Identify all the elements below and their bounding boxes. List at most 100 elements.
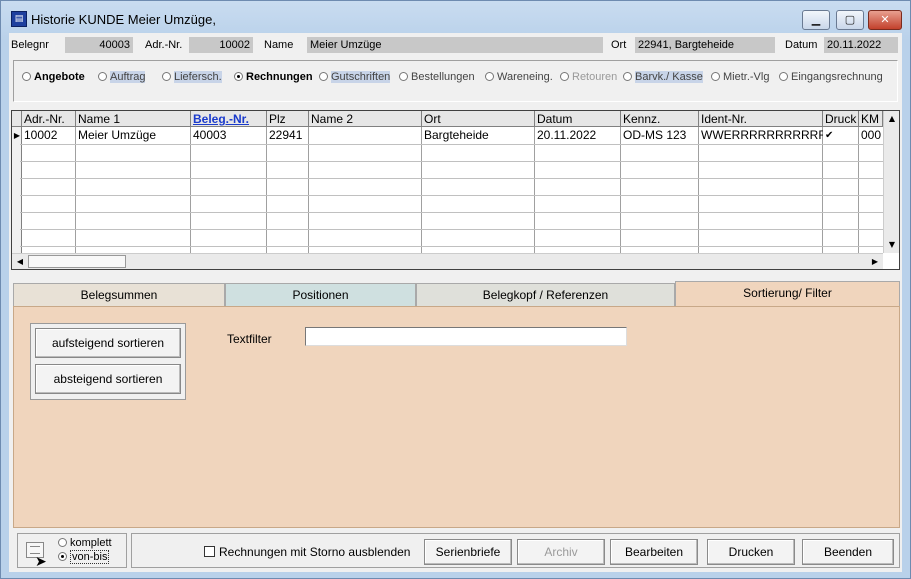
- row-divider: [20, 212, 883, 213]
- doc-type-radio-group: Angebote Auftrag Liefersch. Rechnungen G…: [13, 60, 898, 102]
- view-mode-group: ➤ komplett von-bis: [17, 533, 127, 570]
- cell-name2[interactable]: [309, 127, 422, 144]
- scroll-thumb[interactable]: [28, 255, 126, 268]
- radio-eingangsrechnung[interactable]: Eingangsrechnung: [779, 71, 883, 83]
- grid-horizontal-scrollbar[interactable]: ◀ ▶: [12, 253, 883, 269]
- history-grid[interactable]: Adr.-Nr. Name 1 Beleg.-Nr. Plz Name 2 Or…: [11, 110, 900, 270]
- radio-circle-icon: [162, 72, 171, 81]
- row-divider: [20, 161, 883, 162]
- col-header-name1[interactable]: Name 1: [76, 111, 191, 127]
- grid-vertical-scrollbar[interactable]: ▲ ▼: [883, 111, 899, 253]
- col-header-datum[interactable]: Datum: [535, 111, 621, 127]
- datum-field[interactable]: 20.11.2022: [824, 37, 898, 53]
- cell-adrnr[interactable]: 10002: [22, 127, 76, 144]
- row-indicator-column: [12, 127, 22, 253]
- row-divider: [20, 229, 883, 230]
- col-divider: [22, 127, 76, 253]
- adrnr-label: Adr.-Nr.: [145, 39, 183, 51]
- textfilter-input[interactable]: [305, 327, 627, 346]
- col-header-name2[interactable]: Name 2: [309, 111, 422, 127]
- list-lines-icon: [30, 546, 40, 554]
- row-divider: [20, 144, 883, 145]
- tab-sortierung-filter[interactable]: Sortierung/ Filter: [675, 281, 900, 307]
- close-button[interactable]: ✕: [868, 10, 902, 30]
- col-header-belegnr[interactable]: Beleg.-Nr.: [191, 111, 267, 127]
- row-divider: [20, 178, 883, 179]
- radio-mietvertrag[interactable]: Mietr.-Vlg: [711, 71, 769, 83]
- main-window: ▤ Historie KUNDE Meier Umzüge, ▁ ▢ ✕ Bel…: [0, 0, 911, 579]
- archiv-button[interactable]: Archiv: [517, 539, 605, 565]
- col-divider: [621, 127, 699, 253]
- sort-descending-button[interactable]: absteigend sortieren: [35, 364, 181, 394]
- belegnr-label: Belegnr: [11, 39, 49, 51]
- grid-corner: [12, 111, 22, 127]
- col-header-plz[interactable]: Plz: [267, 111, 309, 127]
- title-bar[interactable]: ▤ Historie KUNDE Meier Umzüge, ▁ ▢ ✕: [1, 1, 910, 33]
- col-header-identnr[interactable]: Ident-Nr.: [699, 111, 823, 127]
- radio-circle-icon: [58, 538, 67, 547]
- sort-ascending-button[interactable]: aufsteigend sortieren: [35, 328, 181, 358]
- radio-label: Rechnungen: [246, 71, 313, 83]
- bearbeiten-button[interactable]: Bearbeiten: [610, 539, 698, 565]
- col-header-ort[interactable]: Ort: [422, 111, 535, 127]
- radio-wareneingang[interactable]: Wareneing.: [485, 71, 553, 83]
- cell-kennz[interactable]: OD-MS 123: [621, 127, 699, 144]
- col-header-druck[interactable]: Druck: [823, 111, 859, 127]
- app-icon: ▤: [11, 11, 27, 27]
- col-header-km[interactable]: KM: [859, 111, 883, 127]
- col-header-kennz[interactable]: Kennz.: [621, 111, 699, 127]
- radio-label: Wareneing.: [497, 71, 553, 83]
- scroll-down-icon[interactable]: ▼: [884, 237, 899, 253]
- col-header-adrnr[interactable]: Adr.-Nr.: [22, 111, 76, 127]
- action-bar: Rechnungen mit Storno ausblenden Serienb…: [131, 533, 900, 568]
- col-divider: [823, 127, 859, 253]
- radio-barverkauf-kasse[interactable]: Barvk./ Kasse: [623, 71, 703, 83]
- storno-checkbox[interactable]: Rechnungen mit Storno ausblenden: [204, 545, 410, 559]
- cell-druck-checkmark[interactable]: ✔: [823, 127, 859, 144]
- cell-name1[interactable]: Meier Umzüge: [76, 127, 191, 144]
- radio-circle-icon: [58, 552, 67, 561]
- serienbriefe-button[interactable]: Serienbriefe: [424, 539, 512, 565]
- radio-von-bis[interactable]: von-bis: [58, 550, 110, 564]
- radio-retouren[interactable]: Retouren: [560, 71, 617, 83]
- cell-belegnr[interactable]: 40003: [191, 127, 267, 144]
- radio-label: Eingangsrechnung: [791, 71, 883, 83]
- cell-datum[interactable]: 20.11.2022: [535, 127, 621, 144]
- radio-label: von-bis: [70, 550, 110, 564]
- col-divider: [191, 127, 267, 253]
- radio-gutschriften[interactable]: Gutschriften: [319, 71, 391, 83]
- name-field[interactable]: Meier Umzüge: [307, 37, 603, 53]
- scroll-up-icon[interactable]: ▲: [884, 111, 899, 127]
- radio-lieferschein[interactable]: Liefersch.: [162, 71, 222, 83]
- radio-rechnungen[interactable]: Rechnungen: [234, 71, 313, 83]
- radio-komplett[interactable]: komplett: [58, 537, 112, 549]
- tab-positionen[interactable]: Positionen: [225, 283, 416, 307]
- radio-label: Angebote: [34, 71, 85, 83]
- scroll-left-icon[interactable]: ◀: [12, 254, 28, 269]
- drucken-button[interactable]: Drucken: [707, 539, 795, 565]
- radio-circle-icon: [560, 72, 569, 81]
- radio-bestellungen[interactable]: Bestellungen: [399, 71, 475, 83]
- scroll-right-icon[interactable]: ▶: [867, 254, 883, 269]
- tab-belegsummen[interactable]: Belegsummen: [13, 283, 225, 307]
- cell-km[interactable]: 000: [859, 127, 883, 144]
- client-area: Belegnr 40003 Adr.-Nr. 10002 Name Meier …: [9, 33, 902, 572]
- ort-field[interactable]: 22941, Bargteheide: [635, 37, 775, 53]
- radio-angebote[interactable]: Angebote: [22, 71, 85, 83]
- col-divider: [422, 127, 535, 253]
- datum-label: Datum: [785, 39, 818, 51]
- cell-identnr[interactable]: WWERRRRRRRRRRRR: [699, 127, 823, 144]
- radio-circle-icon: [623, 72, 632, 81]
- cell-ort[interactable]: Bargteheide: [422, 127, 535, 144]
- beenden-button[interactable]: Beenden: [802, 539, 894, 565]
- maximize-button[interactable]: ▢: [836, 10, 864, 30]
- belegnr-field[interactable]: 40003: [65, 37, 133, 53]
- adrnr-field[interactable]: 10002: [189, 37, 253, 53]
- tab-belegkopf-referenzen[interactable]: Belegkopf / Referenzen: [416, 283, 675, 307]
- col-divider: [699, 127, 823, 253]
- current-row-arrow-icon: ▶: [13, 131, 21, 140]
- radio-auftrag[interactable]: Auftrag: [98, 71, 146, 83]
- cell-plz[interactable]: 22941: [267, 127, 309, 144]
- col-divider: [535, 127, 621, 253]
- minimize-button[interactable]: ▁: [802, 10, 830, 30]
